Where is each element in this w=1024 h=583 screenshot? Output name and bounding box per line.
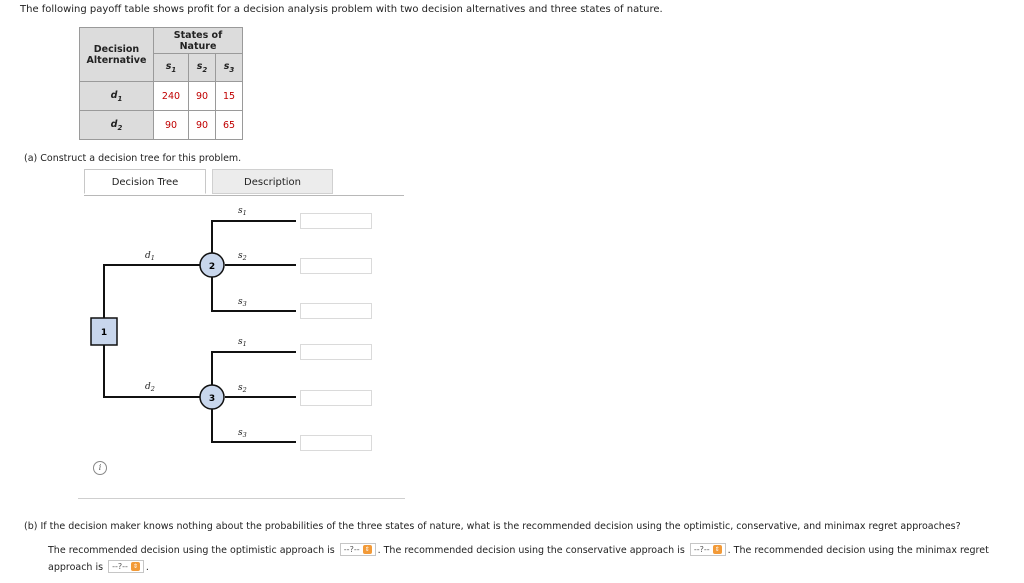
decision-tree-diagram: 1 2 3 d1 d2 s1 s2 s3 s1 s2 s3 bbox=[90, 206, 296, 443]
branch-label-n3-s3: s3 bbox=[238, 428, 247, 439]
payoff-input-n3-s1[interactable] bbox=[300, 344, 372, 360]
branch-label-n2-s3: s3 bbox=[238, 297, 247, 308]
branch-label-n2-s2: s2 bbox=[238, 251, 247, 262]
branch-label-n3-s2: s2 bbox=[238, 383, 247, 394]
payoff-input-n3-s2[interactable] bbox=[300, 390, 372, 406]
optimistic-select[interactable]: --?-- ⇕ bbox=[339, 543, 376, 556]
select-arrow-icon: ⇕ bbox=[362, 545, 372, 554]
payoff-input-n2-s3[interactable] bbox=[300, 303, 372, 319]
conservative-select[interactable]: --?-- ⇕ bbox=[689, 543, 726, 556]
select-arrow-icon: ⇕ bbox=[130, 562, 140, 571]
branch-label-n2-s1: s1 bbox=[238, 206, 247, 217]
minimax-select[interactable]: --?-- ⇕ bbox=[108, 560, 144, 573]
info-icon[interactable]: i bbox=[93, 461, 107, 475]
answer-end: . bbox=[145, 562, 149, 573]
optimistic-text: The recommended decision using the optim… bbox=[48, 545, 335, 556]
node-2-label: 2 bbox=[209, 262, 215, 272]
answer-paragraph: The recommended decision using the optim… bbox=[48, 542, 1018, 576]
divider bbox=[78, 498, 405, 499]
branch-label-d1: d1 bbox=[145, 251, 155, 262]
conservative-text: . The recommended decision using the con… bbox=[377, 545, 685, 556]
payoff-input-n2-s2[interactable] bbox=[300, 258, 372, 274]
branch-label-n3-s1: s1 bbox=[238, 337, 247, 348]
branch-label-d2: d2 bbox=[145, 382, 155, 393]
payoff-input-n3-s3[interactable] bbox=[300, 435, 372, 451]
payoff-input-n2-s1[interactable] bbox=[300, 213, 372, 229]
part-b-question: (b) If the decision maker knows nothing … bbox=[24, 521, 961, 532]
select-arrow-icon: ⇕ bbox=[712, 545, 722, 554]
node-1-label: 1 bbox=[101, 328, 107, 338]
node-3-label: 3 bbox=[209, 394, 215, 404]
